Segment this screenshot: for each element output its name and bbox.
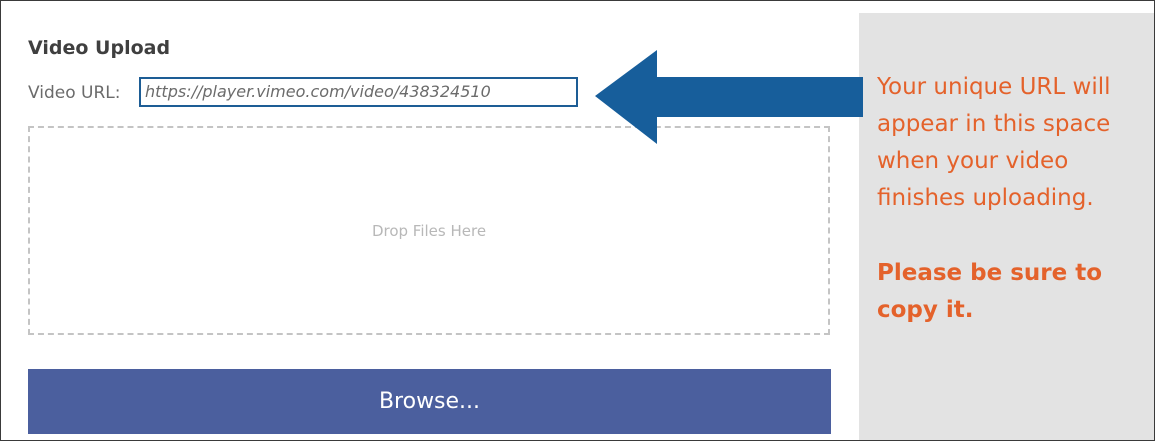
video-url-field[interactable]: https://player.vimeo.com/video/438324510	[139, 77, 578, 107]
left-arrow-icon	[595, 50, 863, 144]
video-url-label: Video URL:	[28, 83, 121, 103]
arrow-shape	[595, 50, 863, 144]
callout-note: Please be sure to copy it.	[877, 260, 1103, 323]
upload-widget-frame: Video Upload Video URL: https://player.v…	[0, 0, 1155, 441]
callout-text: Your unique URL will appear in this spac…	[877, 69, 1152, 329]
section-title: Video Upload	[28, 37, 171, 59]
callout-message: Your unique URL will appear in this spac…	[877, 74, 1111, 211]
browse-button[interactable]: Browse...	[28, 369, 831, 434]
drop-zone-label: Drop Files Here	[371, 221, 487, 240]
drop-zone[interactable]: Drop Files Here	[28, 126, 830, 335]
